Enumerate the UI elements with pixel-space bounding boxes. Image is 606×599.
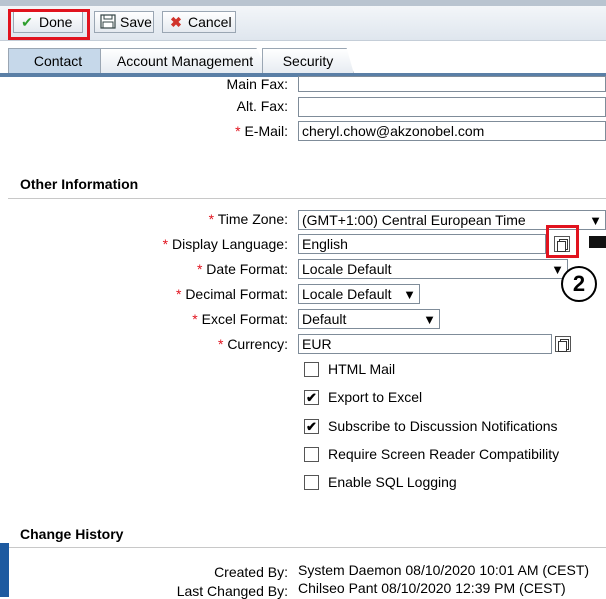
time-zone-label-row: * Time Zone: xyxy=(209,211,288,227)
currency-input[interactable]: EUR xyxy=(298,334,552,354)
required-marker: * xyxy=(162,236,169,252)
main-fax-label: Main Fax: xyxy=(226,76,288,92)
currency-lookup-icon[interactable] xyxy=(555,336,571,352)
chevron-down-icon: ▼ xyxy=(403,287,416,302)
tab-contact-label: Contact xyxy=(33,53,83,69)
change-history-heading: Change History xyxy=(20,526,124,542)
save-label: Save xyxy=(120,14,152,30)
excel-format-value: Default xyxy=(302,311,347,327)
email-input[interactable]: cheryl.chow@akzonobel.com xyxy=(298,121,606,141)
required-marker: * xyxy=(217,336,224,352)
currency-label-row: * Currency: xyxy=(218,336,288,352)
sql-logging-checkbox[interactable] xyxy=(304,475,319,490)
chevron-down-icon: ▼ xyxy=(423,312,436,327)
other-information-heading: Other Information xyxy=(20,176,139,192)
highlight-done-box xyxy=(8,9,90,40)
required-marker: * xyxy=(175,286,182,302)
display-language-value: English xyxy=(302,236,348,252)
currency-label: Currency: xyxy=(227,336,288,352)
cancel-button[interactable]: ✖ Cancel xyxy=(162,11,236,33)
arrow-icon xyxy=(589,236,606,248)
toolbar: ✔ Done Save ✖ Cancel xyxy=(0,6,606,41)
save-button[interactable]: Save xyxy=(94,11,154,33)
sidebar-accent xyxy=(0,543,9,597)
html-mail-checkbox[interactable] xyxy=(304,362,319,377)
required-marker: * xyxy=(235,123,241,139)
excel-format-label: Excel Format: xyxy=(201,311,288,327)
alt-fax-input[interactable] xyxy=(298,97,606,117)
date-format-label: Date Format: xyxy=(206,261,288,277)
tab-account-management-label: Account Management xyxy=(116,53,254,69)
display-language-input[interactable]: English xyxy=(298,234,546,254)
email-value: cheryl.chow@akzonobel.com xyxy=(302,123,485,139)
required-marker: * xyxy=(208,211,215,227)
decimal-format-select[interactable]: Locale Default ▼ xyxy=(298,284,420,304)
step-callout: 2 xyxy=(561,266,597,302)
main-fax-input[interactable] xyxy=(298,76,606,92)
decimal-format-value: Locale Default xyxy=(302,286,392,302)
tab-security[interactable]: Security xyxy=(262,48,354,74)
chevron-down-icon: ▼ xyxy=(589,213,602,228)
screen-reader-label: Require Screen Reader Compatibility xyxy=(328,446,560,462)
required-marker: * xyxy=(196,261,203,277)
required-marker: * xyxy=(192,311,198,327)
tab-account-management[interactable]: Account Management xyxy=(100,48,270,74)
date-format-value: Locale Default xyxy=(302,261,392,277)
excel-format-label-row: * Excel Format: xyxy=(192,311,288,327)
currency-value: EUR xyxy=(302,336,332,352)
decimal-format-label-row: * Decimal Format: xyxy=(176,286,288,302)
decimal-format-label: Decimal Format: xyxy=(185,286,288,302)
sql-logging-label: Enable SQL Logging xyxy=(328,474,457,490)
display-language-label: Display Language: xyxy=(172,236,288,252)
date-format-label-row: * Date Format: xyxy=(197,261,288,277)
tab-contact[interactable]: Contact xyxy=(8,48,108,74)
cancel-label: Cancel xyxy=(188,14,232,30)
created-by-label: Created By: xyxy=(214,564,288,580)
export-to-excel-label: Export to Excel xyxy=(328,389,423,405)
subscribe-discussion-checkbox[interactable]: ✔ xyxy=(304,419,319,434)
date-format-select[interactable]: Locale Default ▼ xyxy=(298,259,568,279)
subscribe-discussion-label: Subscribe to Discussion Notifications xyxy=(328,418,558,434)
screen-reader-checkbox[interactable] xyxy=(304,447,319,462)
html-mail-label: HTML Mail xyxy=(328,361,396,377)
alt-fax-label: Alt. Fax: xyxy=(236,98,288,114)
email-label-row: * E-Mail: xyxy=(235,123,288,139)
floppy-disk-icon xyxy=(99,12,117,32)
time-zone-value: (GMT+1:00) Central European Time xyxy=(302,212,526,228)
excel-format-select[interactable]: Default ▼ xyxy=(298,309,440,329)
x-icon: ✖ xyxy=(170,14,182,30)
email-label: E-Mail: xyxy=(244,123,288,139)
last-changed-by-value: Chilseo Pant 08/10/2020 12:39 PM (CEST) xyxy=(298,580,566,596)
created-by-value: System Daemon 08/10/2020 10:01 AM (CEST) xyxy=(298,562,590,578)
time-zone-label: Time Zone: xyxy=(217,211,288,227)
export-to-excel-checkbox[interactable]: ✔ xyxy=(304,390,319,405)
tab-security-label: Security xyxy=(282,53,334,69)
section-divider xyxy=(8,547,606,548)
display-language-label-row: * Display Language: xyxy=(163,236,288,252)
section-divider xyxy=(8,198,606,199)
